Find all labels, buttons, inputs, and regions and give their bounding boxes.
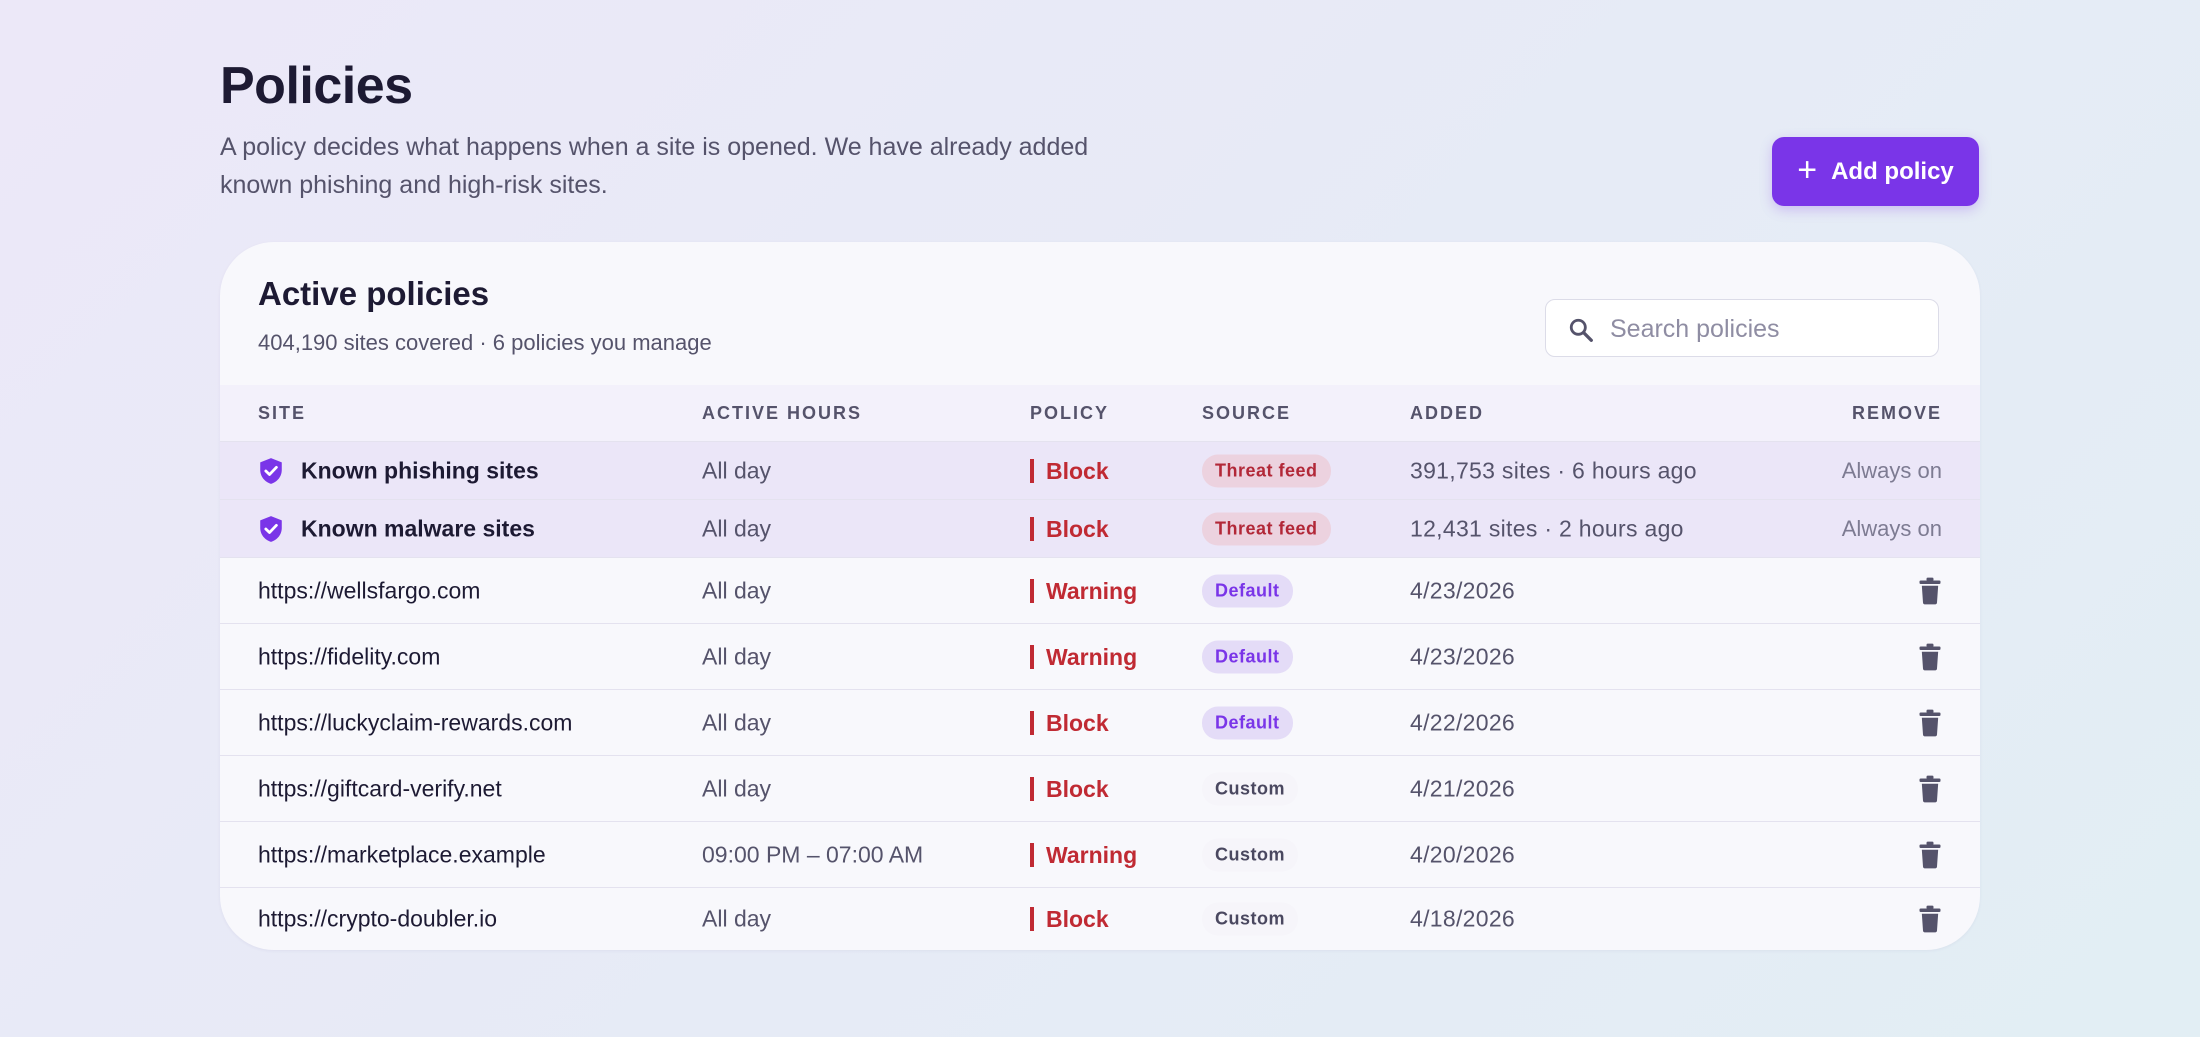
table-header: SITE ACTIVE HOURS POLICY SOURCE ADDED RE… (220, 385, 1980, 442)
added-value: 391,753 sites · 6 hours ago (1410, 457, 1697, 483)
added-date: 4/22/2026 (1410, 709, 1516, 735)
policy-label: Warning (1030, 578, 1137, 603)
policy-label: Warning (1030, 842, 1137, 867)
site-name: Known phishing sites (301, 457, 539, 483)
policy-label: Warning (1030, 644, 1137, 669)
active-hours: 09:00 PM – 07:00 AM (702, 841, 924, 867)
source-badge: Default (1202, 706, 1293, 739)
added-date: 4/23/2026 (1410, 643, 1516, 669)
added-date: 4/20/2026 (1410, 841, 1516, 867)
added-value: 12,431 sites · 2 hours ago (1410, 515, 1684, 541)
table-row[interactable]: https://wellsfargo.com All day Warning D… (220, 558, 1980, 624)
trash-icon[interactable] (1918, 577, 1942, 605)
plus-icon: + (1797, 151, 1818, 189)
policy-label: Block (1030, 458, 1109, 483)
trash-icon[interactable] (1918, 905, 1942, 933)
added-date: 4/23/2026 (1410, 577, 1516, 603)
added-date: 4/18/2026 (1410, 905, 1516, 932)
table-row[interactable]: https://crypto-doubler.io All day Block … (220, 888, 1980, 950)
policy-label: Block (1030, 516, 1109, 541)
table-row-system[interactable]: Known phishing sites All day Block Threa… (220, 442, 1980, 500)
table-row[interactable]: https://fidelity.com All day Warning Def… (220, 624, 1980, 690)
search-input[interactable] (1608, 300, 1932, 358)
site-name: Known malware sites (301, 515, 535, 541)
card-subtitle: 404,190 sites covered · 6 policies you m… (258, 330, 712, 355)
trash-icon[interactable] (1918, 775, 1942, 803)
page-title: Policies (220, 57, 413, 115)
active-hours: All day (702, 515, 772, 541)
policy-label: Block (1030, 907, 1109, 931)
source-badge: Custom (1202, 902, 1298, 936)
active-hours: All day (702, 775, 772, 801)
add-policy-label: Add policy (1831, 157, 1954, 185)
column-header-active-hours: ACTIVE HOURS (702, 403, 863, 423)
site-url: https://wellsfargo.com (258, 577, 481, 603)
column-header-policy: POLICY (1030, 403, 1110, 423)
source-badge: Default (1202, 640, 1293, 673)
page-description: A policy decides what happens when a sit… (220, 133, 1089, 199)
added-date: 4/21/2026 (1410, 775, 1516, 801)
trash-icon[interactable] (1918, 643, 1942, 671)
table-row[interactable]: https://giftcard-verify.net All day Bloc… (220, 756, 1980, 822)
card-title: Active policies (258, 275, 490, 312)
source-badge: Threat feed (1202, 454, 1331, 487)
source-badge: Threat feed (1202, 512, 1331, 545)
column-header-added: ADDED (1410, 403, 1485, 423)
table-row[interactable]: https://luckyclaim-rewards.com All day B… (220, 690, 1980, 756)
column-header-source: SOURCE (1202, 403, 1292, 423)
active-policies-card: Active policies 404,190 sites covered · … (220, 242, 1980, 950)
source-badge: Custom (1202, 772, 1298, 805)
search-icon (1569, 318, 1593, 342)
table-row-system[interactable]: Known malware sites All day Block Threat… (220, 500, 1980, 558)
trash-icon[interactable] (1918, 709, 1942, 737)
policies-page: Policies A policy decides what happens w… (0, 0, 2200, 1037)
always-on-label: Always on (1841, 457, 1942, 483)
shield-check-icon (260, 457, 282, 484)
site-url: https://crypto-doubler.io (258, 905, 498, 932)
always-on-label: Always on (1841, 515, 1942, 541)
site-url: https://giftcard-verify.net (258, 775, 502, 801)
source-badge: Default (1202, 574, 1293, 607)
site-url: https://luckyclaim-rewards.com (258, 709, 573, 735)
site-url: https://marketplace.example (258, 841, 546, 867)
policy-label: Block (1030, 776, 1109, 801)
trash-icon[interactable] (1918, 841, 1942, 869)
column-header-remove: REMOVE (1851, 403, 1942, 423)
shield-check-icon (260, 515, 282, 542)
source-badge: Custom (1202, 838, 1298, 871)
site-url: https://fidelity.com (258, 643, 441, 669)
active-hours: All day (702, 709, 772, 735)
active-hours: All day (702, 457, 772, 483)
search-box (1545, 299, 1939, 358)
active-hours: All day (702, 577, 772, 603)
active-hours: All day (702, 905, 772, 932)
policy-label: Block (1030, 710, 1109, 735)
add-policy-button[interactable]: + Add policy (1772, 137, 1979, 206)
column-header-site: SITE (258, 403, 307, 423)
table-row[interactable]: https://marketplace.example 09:00 PM – 0… (220, 822, 1980, 888)
active-hours: All day (702, 643, 772, 669)
